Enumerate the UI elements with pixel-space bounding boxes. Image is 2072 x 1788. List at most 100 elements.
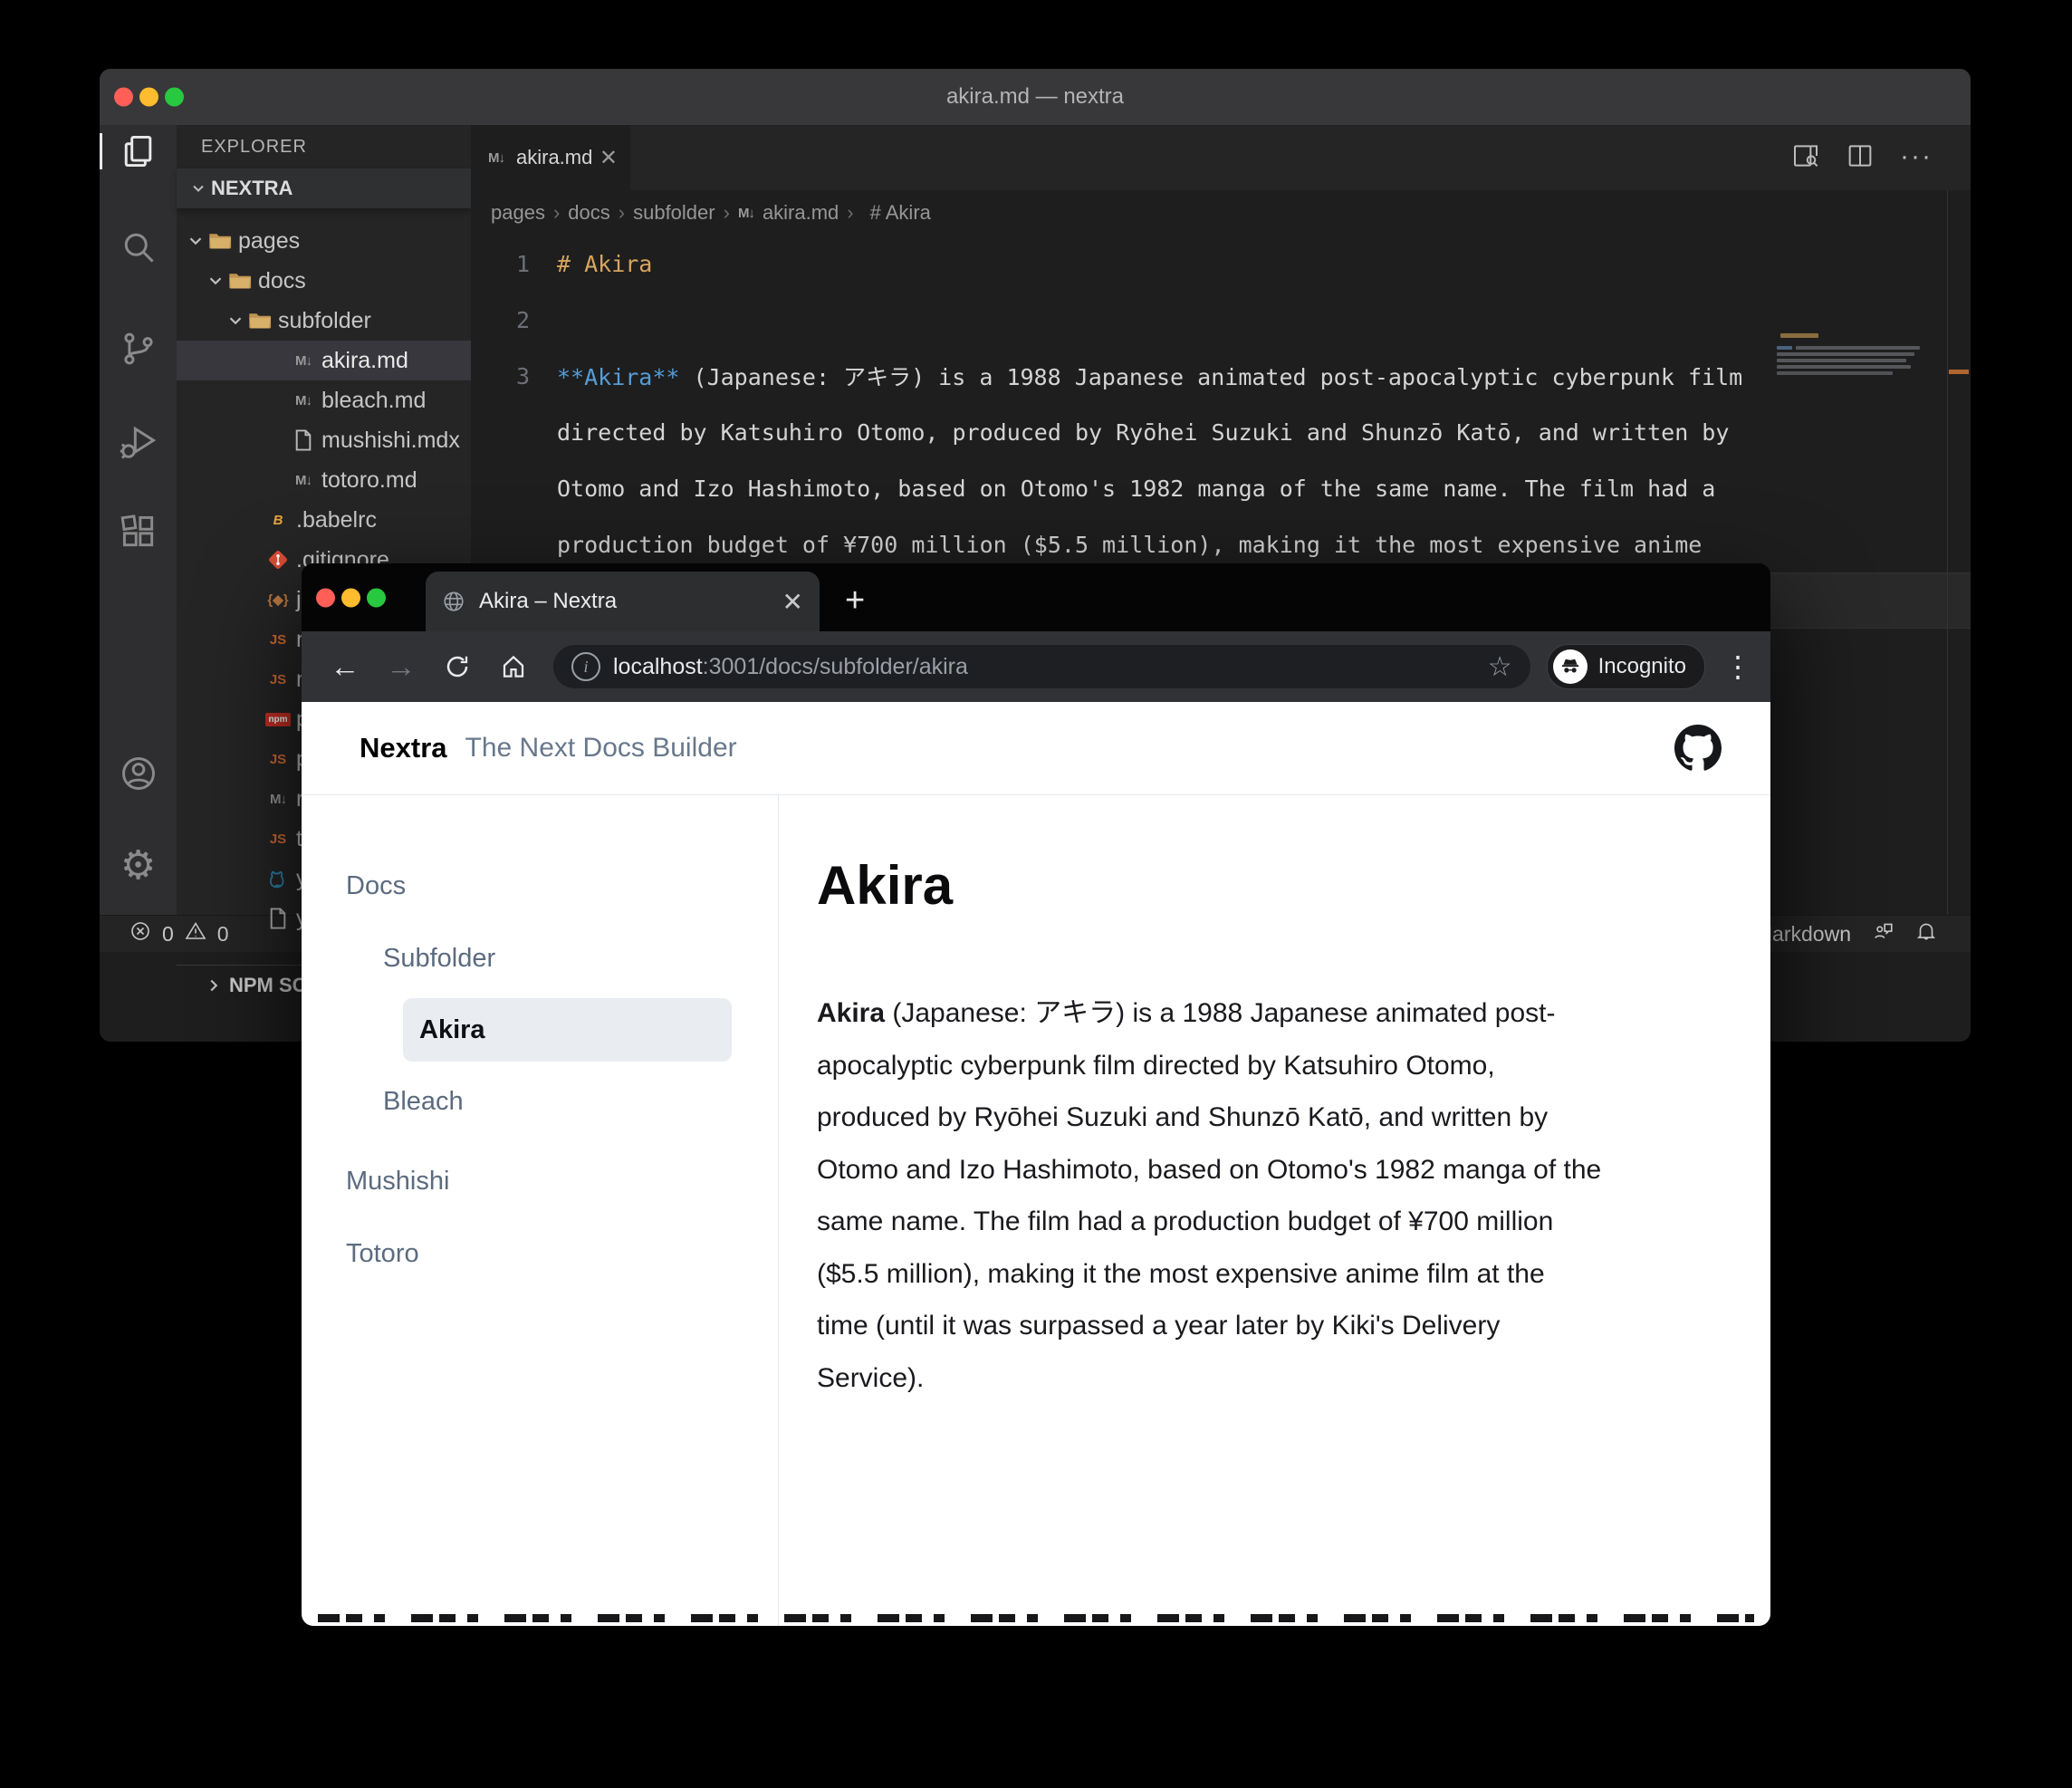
tree-item-pages[interactable]: pages — [177, 221, 471, 261]
open-preview-icon[interactable] — [1791, 141, 1820, 175]
sidebar-item-docs[interactable]: Docs — [302, 866, 778, 906]
source-control-icon[interactable] — [117, 327, 160, 370]
js-icon: JS — [269, 751, 287, 767]
incognito-icon — [1552, 649, 1588, 684]
breadcrumb-item[interactable]: docs — [568, 201, 609, 225]
split-editor-icon[interactable] — [1846, 141, 1875, 175]
back-button[interactable]: ← — [321, 643, 369, 690]
browser-minimize-button[interactable] — [341, 588, 360, 607]
search-icon[interactable] — [117, 226, 160, 269]
browser-toolbar: ← → i localhost :3001/docs/subfolder/aki… — [302, 631, 1770, 702]
explorer-icon[interactable] — [100, 130, 160, 173]
tree-item-bleach-md[interactable]: M↓ bleach.md — [177, 380, 471, 420]
js-icon: JS — [269, 831, 287, 847]
breadcrumb-item[interactable]: subfolder — [633, 201, 715, 225]
address-bar[interactable]: i localhost :3001/docs/subfolder/akira ☆ — [553, 645, 1530, 688]
sidebar-item-subfolder[interactable]: Subfolder — [302, 938, 778, 978]
new-tab-button[interactable]: + — [845, 583, 865, 618]
yarn-icon — [265, 866, 291, 891]
site-header: Nextra The Next Docs Builder — [302, 702, 1770, 795]
docs-content: Akira Akira (Japanese: アキラ) is a 1988 Ja… — [779, 795, 1770, 1626]
project-root-nextra[interactable]: NEXTRA — [177, 168, 471, 208]
minimize-button[interactable] — [139, 87, 158, 107]
docs-sidebar: Docs Subfolder Akira Bleach Mushishi Totoro — [302, 795, 779, 1626]
babel-icon: B — [273, 512, 283, 528]
tab-close-icon[interactable]: ✕ — [600, 145, 618, 171]
sidebar-item-totoro[interactable]: Totoro — [302, 1234, 778, 1274]
markdown-file-icon: M↓ — [488, 149, 505, 166]
reload-button[interactable] — [434, 643, 481, 690]
tab-akira-md[interactable]: M↓ akira.md ✕ — [471, 125, 630, 190]
browser-tab[interactable]: Akira – Nextra ✕ — [426, 572, 820, 631]
tree-item-akira-md[interactable]: M↓ akira.md — [177, 341, 471, 380]
breadcrumb-item[interactable]: pages — [491, 201, 545, 225]
page-title: Akira — [817, 855, 954, 916]
code-line[interactable]: directed by Katsuhiro Otomo, produced by… — [471, 404, 1971, 460]
sidebar-item-akira[interactable]: Akira — [403, 998, 732, 1062]
code-line[interactable]: 1 # Akira — [471, 236, 1971, 292]
npm-icon: npm — [265, 707, 291, 732]
home-button[interactable] — [490, 643, 537, 690]
browser-close-button[interactable] — [316, 588, 335, 607]
browser-zoom-button[interactable] — [367, 588, 386, 607]
minimap[interactable] — [1775, 190, 1947, 915]
code-line[interactable]: 2 — [471, 292, 1971, 348]
bookmark-star-icon[interactable]: ☆ — [1488, 651, 1512, 683]
tree-item-subfolder[interactable]: subfolder — [177, 301, 471, 341]
close-button[interactable] — [114, 87, 133, 107]
errors-count: 0 — [162, 921, 174, 946]
folder-icon — [227, 268, 253, 293]
more-actions-icon[interactable]: ··· — [1900, 141, 1933, 175]
incognito-label: Incognito — [1597, 654, 1686, 678]
browser-menu-icon[interactable]: ⋮ — [1723, 649, 1752, 684]
json-icon: {◆} — [267, 592, 289, 608]
vscode-titlebar[interactable]: akira.md — nextra — [100, 69, 1971, 125]
browser-tab-strip: Akira – Nextra ✕ + — [302, 563, 1770, 631]
run-debug-icon[interactable] — [117, 420, 160, 464]
tree-item-docs[interactable]: docs — [177, 261, 471, 301]
md-icon: M↓ — [270, 791, 287, 807]
notifications-bell-icon[interactable] — [1914, 919, 1938, 948]
window-title: akira.md — nextra — [945, 84, 1125, 109]
browser-tab-title: Akira – Nextra — [479, 589, 618, 613]
code-line[interactable]: Otomo and Izo Hashimoto, based on Otomo'… — [471, 460, 1971, 516]
js-icon: JS — [269, 631, 287, 648]
settings-gear-icon[interactable]: ⚙ — [117, 844, 160, 888]
folder-icon — [207, 228, 233, 254]
site-brand[interactable]: Nextra — [360, 732, 447, 764]
sidebar-item-mushishi[interactable]: Mushishi — [302, 1161, 778, 1201]
overview-ruler-marker — [1949, 370, 1969, 374]
github-icon[interactable] — [1674, 725, 1722, 772]
folder-icon — [247, 308, 273, 333]
breadcrumb-item[interactable]: akira.md — [763, 201, 839, 225]
tree-item-mushishi-mdx[interactable]: mushishi.mdx — [177, 420, 471, 460]
browser-window: Akira – Nextra ✕ + ← → i localhost :3001… — [302, 563, 1770, 1626]
sidebar-item-bleach[interactable]: Bleach — [302, 1081, 778, 1121]
browser-tab-close-icon[interactable]: ✕ — [782, 587, 803, 617]
extensions-icon[interactable] — [117, 510, 160, 553]
git-icon — [265, 547, 291, 572]
zoom-button[interactable] — [165, 87, 184, 107]
breadcrumb-item[interactable]: # Akira — [870, 201, 931, 225]
errors-icon[interactable] — [130, 920, 151, 947]
site-info-icon[interactable]: i — [571, 652, 600, 681]
incognito-badge: Incognito — [1546, 644, 1705, 689]
md-icon: M↓ — [737, 205, 755, 221]
file-icon — [291, 428, 316, 453]
md-icon: M↓ — [295, 392, 312, 409]
breadcrumb[interactable]: pages›docs›subfolder›M↓akira.md›abc# Aki… — [471, 190, 1971, 236]
explorer-header: EXPLORER — [201, 136, 307, 157]
feedback-icon[interactable] — [1871, 919, 1895, 948]
account-icon[interactable] — [117, 752, 160, 795]
site-tagline: The Next Docs Builder — [465, 733, 737, 763]
globe-icon — [444, 591, 464, 611]
url-path: :3001/docs/subfolder/akira — [702, 653, 968, 679]
forward-button[interactable]: → — [378, 643, 425, 690]
code-line[interactable]: 3 **Akira** (Japanese: アキラ) is a 1988 Jap… — [471, 348, 1971, 404]
tree-item-totoro-md[interactable]: M↓ totoro.md — [177, 460, 471, 500]
url-host: localhost — [613, 653, 703, 679]
js-icon: JS — [269, 671, 287, 687]
md-icon: M↓ — [295, 472, 312, 488]
clipped-footer-text — [318, 1614, 1754, 1622]
tree-item--babelrc[interactable]: B .babelrc — [177, 500, 471, 540]
